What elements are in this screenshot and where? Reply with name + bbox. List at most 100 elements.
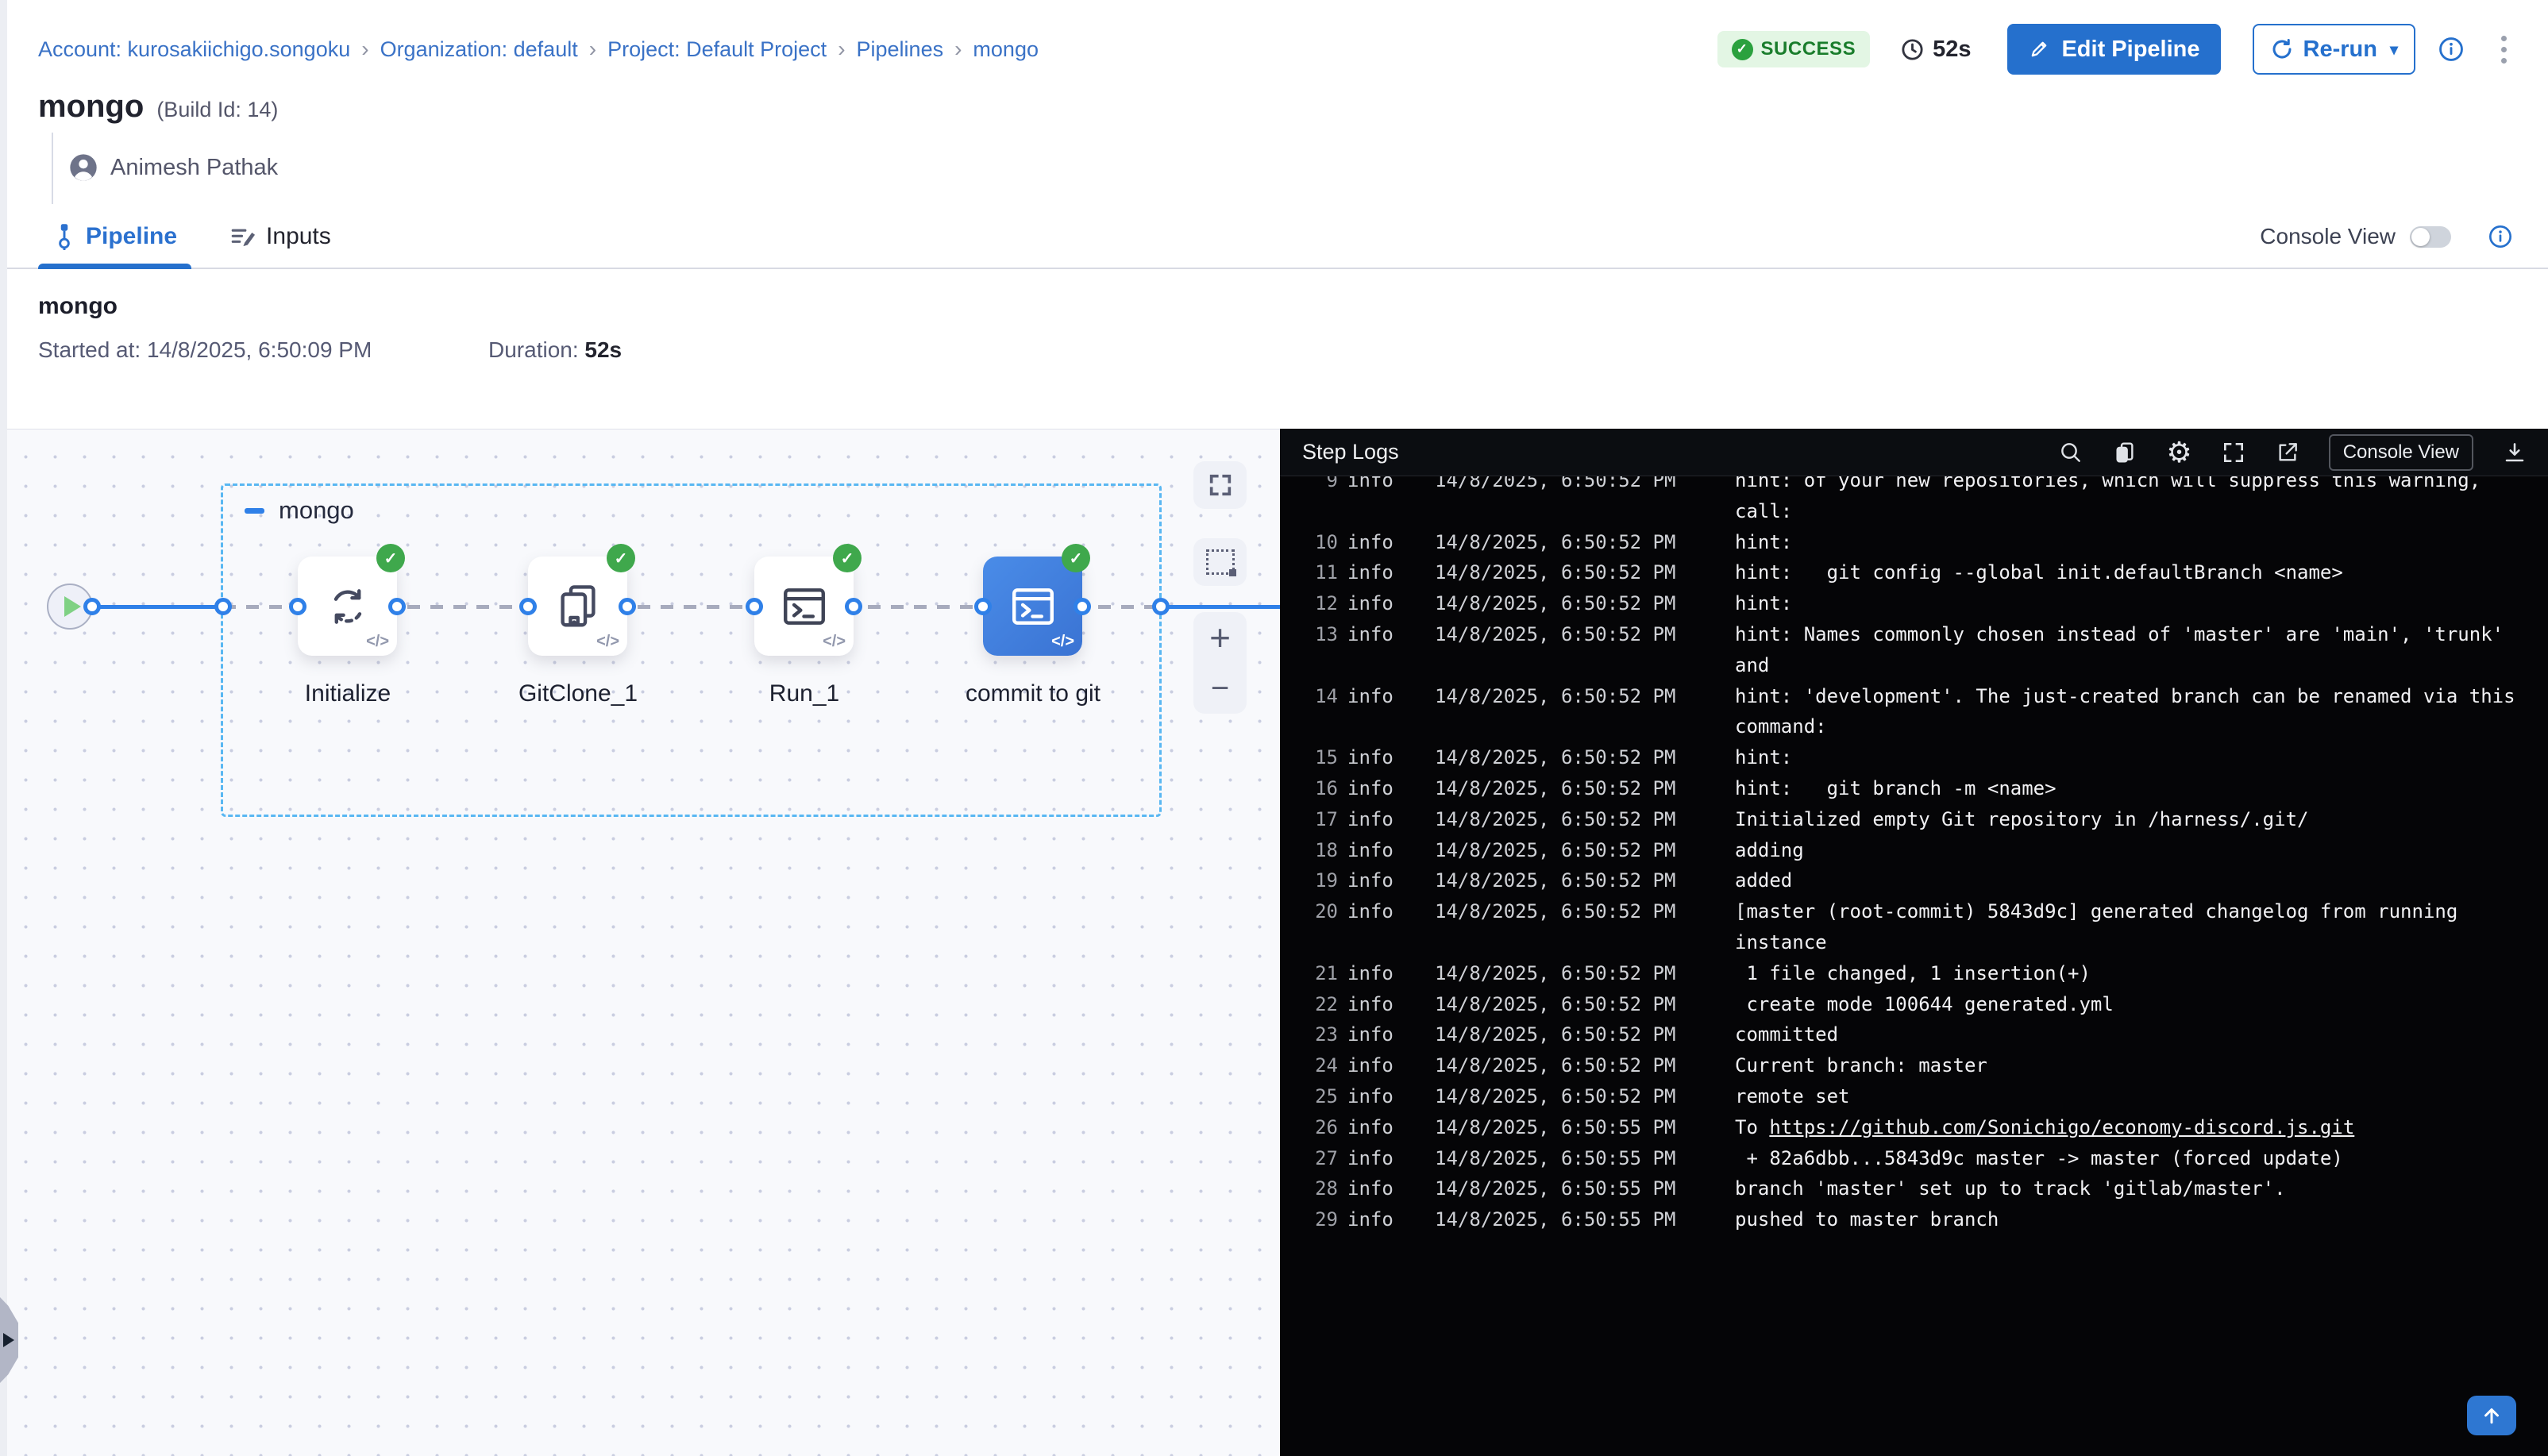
download-icon[interactable] xyxy=(2502,440,2527,465)
rerun-button[interactable]: Re-run xyxy=(2253,24,2416,75)
duration-value-stage: 52s xyxy=(584,337,622,362)
log-output[interactable]: 9 info 14/8/2025, 6:50:52 PM hint: of yo… xyxy=(1280,476,2548,1456)
log-timestamp: 14/8/2025, 6:50:55 PM xyxy=(1435,1112,1697,1143)
link-port[interactable] xyxy=(519,598,537,615)
duration-indicator: 52s xyxy=(1900,37,1971,63)
step-label-commit-to-git[interactable]: commit to git xyxy=(930,680,1136,707)
code-glyph: </> xyxy=(823,633,846,651)
log-line: 12 info 14/8/2025, 6:50:52 PM hint: xyxy=(1294,588,2548,619)
chevron-down-icon xyxy=(2390,40,2398,60)
log-line: 22 info 14/8/2025, 6:50:52 PM create mod… xyxy=(1294,989,2548,1020)
page-title: mongo xyxy=(38,89,144,125)
breadcrumb-current[interactable]: mongo xyxy=(973,37,1039,62)
log-line: 27 info 14/8/2025, 6:50:55 PM + 82a6dbb.… xyxy=(1294,1143,2548,1174)
log-toolbar: ⚙ Console View xyxy=(2058,434,2527,471)
log-timestamp: 14/8/2025, 6:50:52 PM xyxy=(1435,681,1697,712)
log-level: info xyxy=(1347,865,1425,896)
step-success-icon xyxy=(376,544,405,572)
step-label-initialize[interactable]: Initialize xyxy=(245,680,451,707)
breadcrumb-account[interactable]: Account: kurosakiichigo.songoku xyxy=(38,37,350,62)
breadcrumb-organization[interactable]: Organization: default xyxy=(380,37,578,62)
log-line-number: 22 xyxy=(1294,989,1338,1020)
log-level: info xyxy=(1347,1204,1425,1235)
link-port[interactable] xyxy=(1074,598,1091,615)
log-line: 23 info 14/8/2025, 6:50:52 PM committed xyxy=(1294,1019,2548,1050)
log-timestamp: 14/8/2025, 6:50:55 PM xyxy=(1435,1204,1697,1235)
link-port[interactable] xyxy=(845,598,862,615)
log-repo-link[interactable]: https://github.com/Sonichigo/economy-dis… xyxy=(1769,1116,2354,1138)
link-port[interactable] xyxy=(746,598,763,615)
canvas-fullscreen-button[interactable] xyxy=(1193,461,1247,509)
copy-icon[interactable] xyxy=(2112,440,2137,465)
log-line-number: 29 xyxy=(1294,1204,1338,1235)
log-line-number: 25 xyxy=(1294,1081,1338,1112)
log-timestamp: 14/8/2025, 6:50:52 PM xyxy=(1435,619,1697,650)
log-level: info xyxy=(1347,958,1425,989)
log-level: info xyxy=(1347,1050,1425,1081)
step-node-gitclone[interactable]: </> xyxy=(528,557,627,656)
log-timestamp: 14/8/2025, 6:50:52 PM xyxy=(1435,476,1697,496)
log-timestamp: 14/8/2025, 6:50:52 PM xyxy=(1435,527,1697,558)
scroll-to-top-button[interactable] xyxy=(2467,1396,2516,1435)
log-level: info xyxy=(1347,1173,1425,1204)
zoom-out-button[interactable] xyxy=(1193,663,1247,714)
pipeline-canvas[interactable]: mongo </> Initialize xyxy=(0,429,1280,1456)
link-port[interactable] xyxy=(974,598,992,615)
step-node-commit-to-git[interactable]: </> xyxy=(983,557,1082,656)
status-label: SUCCESS xyxy=(1761,38,1856,60)
log-line: 24 info 14/8/2025, 6:50:52 PM Current br… xyxy=(1294,1050,2548,1081)
log-line-number: 14 xyxy=(1294,681,1338,712)
settings-gear-icon[interactable]: ⚙ xyxy=(2166,438,2191,467)
link-port[interactable] xyxy=(388,598,406,615)
duration-label: Duration: xyxy=(488,337,579,362)
log-line: 29 info 14/8/2025, 6:50:55 PM pushed to … xyxy=(1294,1204,2548,1235)
console-view-info-icon[interactable] xyxy=(2488,224,2513,249)
more-options-kebab-icon[interactable] xyxy=(2495,33,2513,67)
log-line-number: 24 xyxy=(1294,1050,1338,1081)
log-line: 26 info 14/8/2025, 6:50:55 PM To https:/… xyxy=(1294,1112,2548,1143)
canvas-marquee-select-button[interactable] xyxy=(1193,538,1247,586)
link-port[interactable] xyxy=(83,598,101,615)
breadcrumb-project[interactable]: Project: Default Project xyxy=(607,37,827,62)
header-actions: SUCCESS 52s Edit Pipeline xyxy=(1717,24,2513,75)
stage-summary: mongo Started at: 14/8/2025, 6:50:09 PM … xyxy=(0,269,2548,363)
rerun-info-icon[interactable] xyxy=(2438,36,2465,63)
edit-pipeline-button[interactable]: Edit Pipeline xyxy=(2007,24,2220,75)
console-view-label: Console View xyxy=(2260,224,2396,249)
collapse-group-icon[interactable] xyxy=(245,508,264,514)
tab-pipeline[interactable]: Pipeline xyxy=(38,206,191,268)
log-line: 15 info 14/8/2025, 6:50:52 PM hint: xyxy=(1294,742,2548,773)
log-timestamp: 14/8/2025, 6:50:52 PM xyxy=(1435,1019,1697,1050)
log-fullscreen-icon[interactable] xyxy=(2221,440,2246,465)
zoom-in-button[interactable] xyxy=(1193,612,1247,663)
step-label-gitclone[interactable]: GitClone_1 xyxy=(475,680,681,707)
log-line: 19 info 14/8/2025, 6:50:52 PM added xyxy=(1294,865,2548,896)
search-icon[interactable] xyxy=(2058,440,2084,465)
expand-left-panel-handle[interactable] xyxy=(0,1297,18,1383)
link-port[interactable] xyxy=(289,598,306,615)
log-line-number: 27 xyxy=(1294,1143,1338,1174)
log-line: 25 info 14/8/2025, 6:50:52 PM remote set xyxy=(1294,1081,2548,1112)
log-timestamp: 14/8/2025, 6:50:55 PM xyxy=(1435,1143,1697,1174)
breadcrumb-pipelines[interactable]: Pipelines xyxy=(857,37,944,62)
log-timestamp: 14/8/2025, 6:50:52 PM xyxy=(1435,896,1697,927)
link-port[interactable] xyxy=(1152,598,1170,615)
log-console-view-button[interactable]: Console View xyxy=(2329,434,2473,471)
step-label-run[interactable]: Run_1 xyxy=(701,680,908,707)
log-level: info xyxy=(1347,557,1425,588)
tab-inputs[interactable]: Inputs xyxy=(215,206,345,268)
step-node-initialize[interactable]: </> xyxy=(298,557,397,656)
link-port[interactable] xyxy=(214,598,232,615)
log-message: hint: git branch -m <name> xyxy=(1735,773,2535,804)
step-node-run[interactable]: </> xyxy=(754,557,854,656)
log-level: info xyxy=(1347,773,1425,804)
console-view-toggle[interactable] xyxy=(2410,226,2451,248)
log-timestamp: 14/8/2025, 6:50:52 PM xyxy=(1435,958,1697,989)
avatar xyxy=(67,152,99,183)
step-logs-panel: Step Logs ⚙ xyxy=(1280,429,2548,1456)
open-external-icon[interactable] xyxy=(2275,440,2300,465)
clock-icon xyxy=(1900,37,1925,62)
log-message: hint: 'development'. The just-created br… xyxy=(1735,681,2535,743)
log-message: hint: xyxy=(1735,742,2535,773)
link-port[interactable] xyxy=(619,598,636,615)
